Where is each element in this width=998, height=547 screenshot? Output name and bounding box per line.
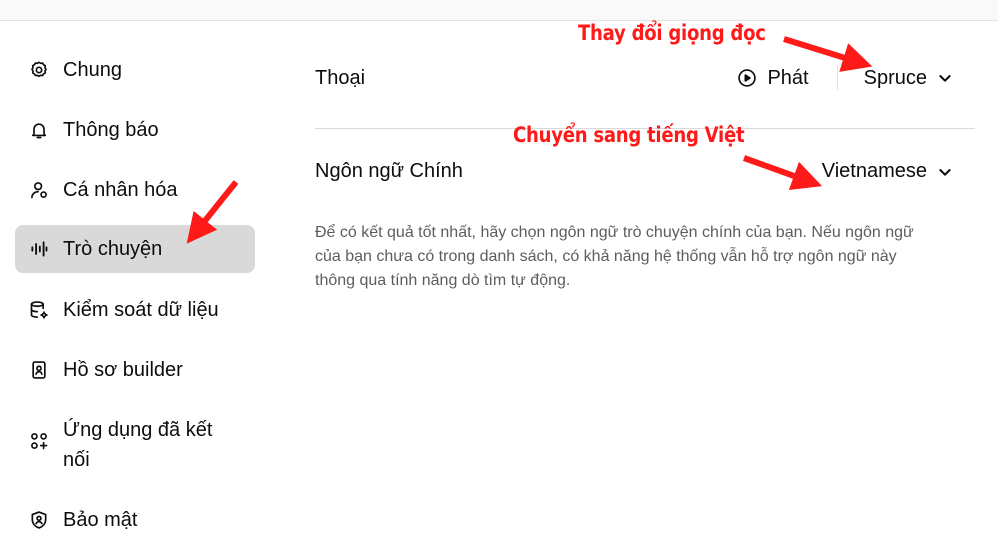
sidebar-item-general[interactable]: Chung bbox=[15, 55, 255, 85]
voice-waveform-icon bbox=[29, 239, 49, 259]
apps-plus-icon bbox=[29, 431, 49, 451]
sidebar-item-data-controls[interactable]: Kiểm soát dữ liệu bbox=[15, 295, 255, 325]
database-gear-icon bbox=[29, 300, 49, 320]
language-description: Để có kết quả tốt nhất, hãy chọn ngôn ng… bbox=[315, 224, 914, 289]
play-label: Phát bbox=[767, 66, 809, 89]
chevron-down-icon bbox=[939, 75, 951, 82]
sidebar-item-connected-apps[interactable]: Ứng dụng đã kết nối bbox=[15, 415, 255, 475]
annotation-switch-language: Chuyển sang tiếng Việt bbox=[513, 123, 745, 147]
language-row: Ngôn ngữ Chính Vietnamese bbox=[315, 160, 975, 183]
sidebar-item-notifications[interactable]: Thông báo bbox=[15, 115, 255, 145]
voice-row: Thoại Phát Spruce bbox=[315, 66, 975, 90]
play-voice-button[interactable]: Phát bbox=[737, 66, 809, 90]
sidebar-item-label: Chung bbox=[63, 59, 122, 81]
sidebar-item-chat[interactable]: Trò chuyện bbox=[15, 225, 255, 273]
voice-label: Thoại bbox=[315, 66, 366, 89]
arrow-to-voice-select bbox=[783, 36, 873, 72]
user-personalize-icon bbox=[29, 180, 49, 200]
language-selected-value: Vietnamese bbox=[821, 160, 927, 182]
sidebar-item-label: Kiểm soát dữ liệu bbox=[63, 299, 219, 321]
top-bar bbox=[0, 0, 998, 21]
language-select[interactable]: Vietnamese bbox=[822, 160, 975, 183]
sidebar-item-security[interactable]: Bảo mật bbox=[15, 505, 255, 535]
sidebar-item-label: Thông báo bbox=[63, 119, 159, 141]
sidebar-item-label: Ứng dụng đã kết nối bbox=[63, 419, 213, 471]
bell-icon bbox=[29, 120, 49, 140]
annotation-change-voice: Thay đổi giọng đọc bbox=[578, 21, 766, 45]
chevron-down-icon bbox=[939, 168, 951, 176]
sidebar-item-label: Bảo mật bbox=[63, 509, 138, 531]
divider bbox=[836, 66, 838, 90]
sidebar-item-label: Trò chuyện bbox=[63, 238, 163, 260]
gear-icon bbox=[29, 60, 49, 80]
sidebar-item-label: Cá nhân hóa bbox=[63, 179, 178, 201]
voice-select[interactable]: Spruce bbox=[864, 67, 975, 90]
shield-icon bbox=[29, 510, 49, 530]
id-badge-icon bbox=[29, 360, 49, 380]
sidebar-item-builder-profile[interactable]: Hồ sơ builder bbox=[15, 355, 255, 385]
sidebar-item-label: Hồ sơ builder bbox=[63, 359, 183, 381]
voice-selected-value: Spruce bbox=[863, 66, 927, 89]
play-circle-icon bbox=[738, 69, 757, 87]
sidebar-item-personalization[interactable]: Cá nhân hóa bbox=[15, 175, 255, 205]
language-label: Ngôn ngữ Chính bbox=[315, 160, 463, 182]
